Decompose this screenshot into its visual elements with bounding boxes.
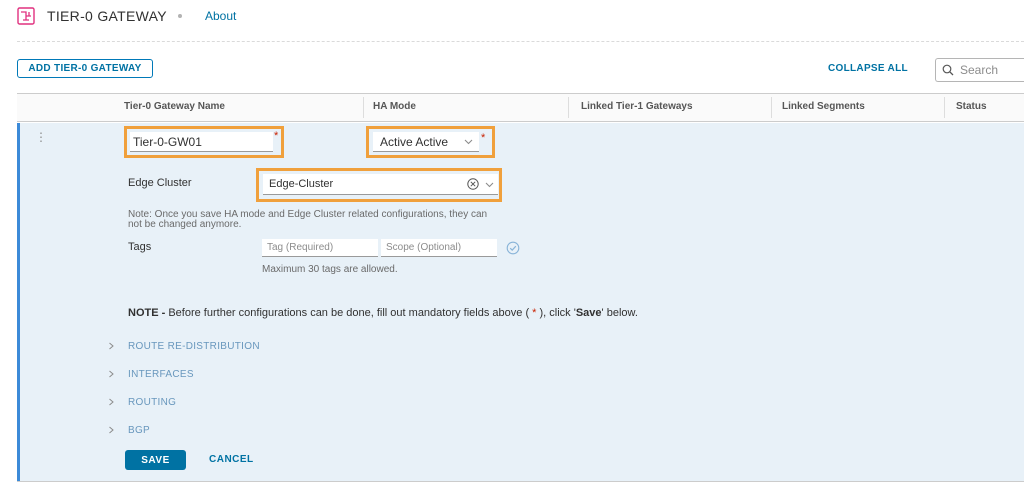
mandatory-fields-note: NOTE - Before further configurations can… <box>128 307 638 319</box>
chevron-right-icon[interactable] <box>107 370 115 378</box>
add-tier0-gateway-button[interactable]: ADD TIER-0 GATEWAY <box>17 59 153 78</box>
search-icon <box>942 64 954 76</box>
row-accent-bar <box>17 123 20 481</box>
note-text: Before further configurations can be don… <box>165 307 533 319</box>
column-separator <box>363 97 364 118</box>
section-interfaces[interactable]: INTERFACES <box>128 369 194 380</box>
edge-cluster-value: Edge-Cluster <box>269 178 334 190</box>
column-header-ha-mode[interactable]: HA Mode <box>373 101 416 112</box>
chevron-right-icon[interactable] <box>107 426 115 434</box>
ha-edge-note: Note: Once you save HA mode and Edge Clu… <box>128 209 488 230</box>
note-save-word: Save <box>575 307 602 319</box>
note-text: ), click ' <box>536 307 576 319</box>
chevron-down-icon <box>464 139 473 145</box>
chevron-right-icon[interactable] <box>107 342 115 350</box>
ha-mode-select[interactable]: Active Active <box>373 132 479 152</box>
tag-input[interactable] <box>262 239 378 257</box>
clear-icon[interactable] <box>467 178 479 190</box>
required-marker: * <box>481 132 486 144</box>
page-title: TIER-0 GATEWAY <box>47 8 167 24</box>
section-routing[interactable]: ROUTING <box>128 397 176 408</box>
separator-dot <box>178 14 182 18</box>
column-separator <box>944 97 945 118</box>
row-bottom-border <box>17 481 1024 482</box>
scope-input[interactable] <box>381 239 497 257</box>
check-circle-icon[interactable] <box>506 241 520 255</box>
save-button[interactable]: SAVE <box>125 450 186 470</box>
row-actions-icon[interactable]: ⋮ <box>35 131 47 143</box>
column-header-status[interactable]: Status <box>956 101 987 112</box>
required-marker: * <box>274 130 279 142</box>
tags-hint: Maximum 30 tags are allowed. <box>262 264 398 275</box>
header-divider <box>17 41 1024 42</box>
column-separator <box>568 97 569 118</box>
section-bgp[interactable]: BGP <box>128 425 150 436</box>
section-route-redistribution[interactable]: ROUTE RE-DISTRIBUTION <box>128 341 260 352</box>
chevron-down-icon <box>485 182 494 188</box>
column-header-linked-segments[interactable]: Linked Segments <box>782 101 865 112</box>
gateway-logo-icon <box>17 7 35 25</box>
about-link[interactable]: About <box>205 9 236 23</box>
note-text: ' below. <box>601 307 638 319</box>
ha-mode-value: Active Active <box>380 134 449 149</box>
cancel-button[interactable]: CANCEL <box>209 454 254 465</box>
search-input[interactable] <box>960 63 1020 77</box>
collapse-all-button[interactable]: COLLAPSE ALL <box>828 63 908 74</box>
column-header-linked-tier1[interactable]: Linked Tier-1 Gateways <box>581 101 693 112</box>
gateway-name-input[interactable] <box>130 132 273 152</box>
column-header-name[interactable]: Tier-0 Gateway Name <box>124 101 225 112</box>
note-prefix: NOTE - <box>128 307 166 319</box>
edge-cluster-label: Edge Cluster <box>128 177 192 189</box>
search-box[interactable] <box>935 58 1024 82</box>
tags-label: Tags <box>128 241 152 253</box>
edge-cluster-select[interactable]: Edge-Cluster <box>263 174 498 195</box>
chevron-right-icon[interactable] <box>107 398 115 406</box>
column-separator <box>771 97 772 118</box>
